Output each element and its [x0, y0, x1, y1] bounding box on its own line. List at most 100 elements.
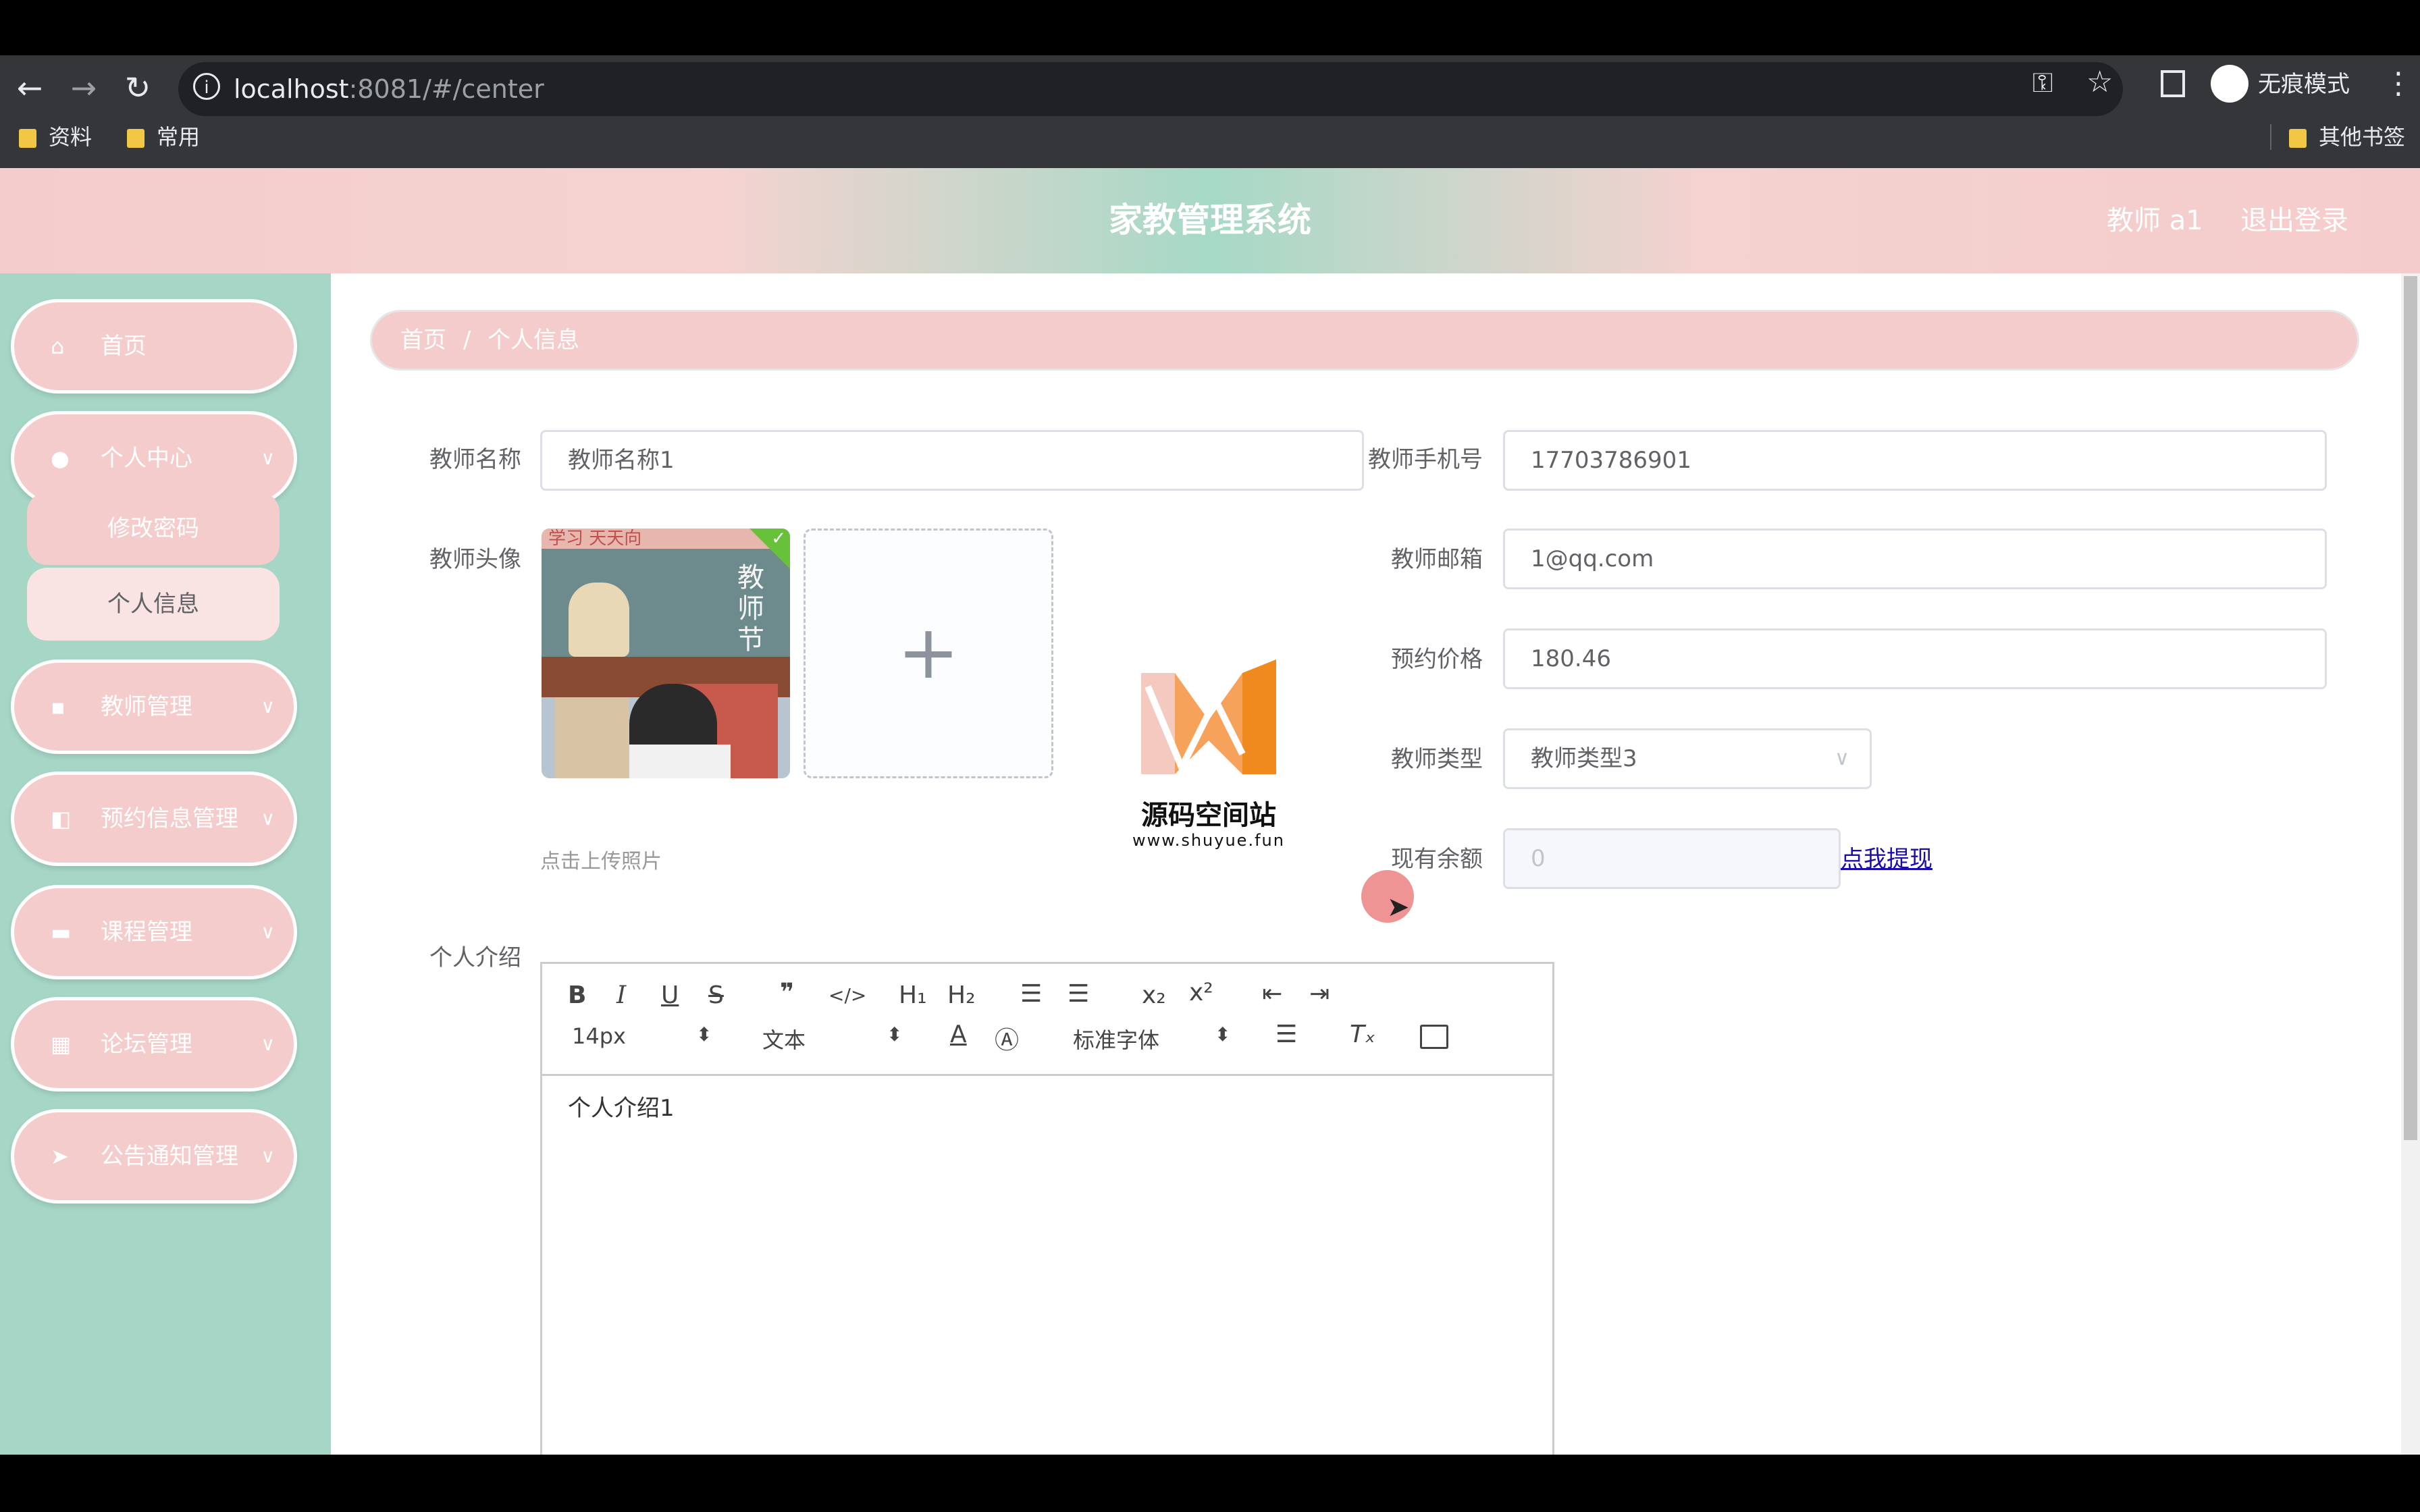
- current-user: 教师 a1: [2107, 205, 2203, 236]
- teacher-name-label: 教师名称: [429, 446, 521, 473]
- logout-link[interactable]: 退出登录: [2240, 202, 2348, 240]
- breadcrumb-current: 个人信息: [488, 327, 580, 354]
- book-icon: ▪: [51, 694, 65, 720]
- teacher-name-input[interactable]: 教师名称1: [540, 430, 1364, 491]
- watermark-url: www.shuyue.fun: [1132, 831, 1285, 850]
- grid-icon: ▦: [51, 1031, 72, 1057]
- upload-hint: 点击上传照片: [540, 850, 662, 873]
- watermark-title: 源码空间站: [1141, 800, 1276, 831]
- balance-input: 0: [1503, 828, 1841, 889]
- blockquote-icon[interactable]: ❞: [780, 979, 794, 1006]
- superscript-icon[interactable]: x²: [1189, 979, 1213, 1006]
- clear-format-icon[interactable]: Tₓ: [1350, 1021, 1375, 1048]
- intro-text[interactable]: 个人介绍1: [568, 1089, 675, 1123]
- url-text[interactable]: localhost:8081/#/center: [234, 66, 544, 112]
- bookmark-divider: [2270, 124, 2271, 150]
- block-type-select[interactable]: 文本: [762, 1023, 806, 1054]
- appointment-price-input[interactable]: 180.46: [1503, 628, 2327, 689]
- appointment-price-label: 预约价格: [1391, 646, 1483, 673]
- background-color-icon[interactable]: Ⓐ: [995, 1021, 1019, 1056]
- subscript-icon[interactable]: x₂: [1142, 981, 1166, 1009]
- teacher-type-select[interactable]: 教师类型3 ∨: [1503, 728, 1872, 789]
- sidebar-item-personal-center[interactable]: ● 个人中心 ∨: [11, 411, 297, 506]
- select-arrows-icon: ⬍: [696, 1023, 712, 1046]
- font-size-select[interactable]: 14px: [572, 1023, 626, 1049]
- underline-icon[interactable]: U: [661, 981, 679, 1009]
- forward-icon[interactable]: →: [63, 68, 104, 108]
- submenu-personal-info[interactable]: 个人信息: [27, 568, 280, 641]
- upload-add-button[interactable]: +: [804, 529, 1053, 778]
- scrollbar-thumb[interactable]: [2404, 276, 2417, 1140]
- briefcase-icon: ▬: [51, 919, 72, 945]
- submenu-change-password[interactable]: 修改密码: [27, 492, 280, 565]
- bookmark-folder[interactable]: 常用: [127, 120, 200, 154]
- sidebar-item-course-management[interactable]: ▬ 课程管理 ∨: [11, 885, 297, 979]
- video-icon: ◧: [51, 806, 72, 832]
- outdent-icon[interactable]: ⇤: [1262, 980, 1282, 1008]
- chevron-down-icon: ∨: [261, 447, 275, 469]
- incognito-label[interactable]: 无痕模式: [2258, 69, 2350, 100]
- send-icon: ➤: [51, 1143, 69, 1169]
- app-header: 家教管理系统 教师 a1 退出登录: [0, 168, 2420, 273]
- sidebar-item-home[interactable]: ⌂ 首页: [11, 299, 297, 394]
- star-icon[interactable]: ☆: [2086, 65, 2113, 99]
- bullet-list-icon[interactable]: ☰: [1068, 980, 1089, 1008]
- image-icon[interactable]: [1420, 1025, 1448, 1049]
- reload-icon[interactable]: ↻: [117, 68, 158, 108]
- intro-label: 个人介绍: [429, 944, 521, 971]
- italic-icon[interactable]: I: [616, 981, 626, 1009]
- teacher-phone-input[interactable]: 17703786901: [1503, 430, 2327, 491]
- user-icon: ●: [51, 446, 70, 471]
- code-block-icon[interactable]: </>: [828, 984, 866, 1006]
- folder-icon: [2289, 129, 2307, 148]
- indent-icon[interactable]: ⇥: [1309, 980, 1330, 1008]
- withdraw-link[interactable]: 点我提现: [1841, 840, 1932, 873]
- app-title: 家教管理系统: [1109, 200, 1311, 240]
- chevron-down-icon: ∨: [261, 921, 275, 943]
- chevron-down-icon: ∨: [261, 695, 275, 718]
- teacher-type-value: 教师类型3: [1531, 745, 1637, 772]
- app-viewport: 家教管理系统 教师 a1 退出登录 ⌂ 首页 ● 个人中心 ∨ 修改密码 个人信…: [0, 168, 2420, 1455]
- sidebar-item-forum-management[interactable]: ▦ 论坛管理 ∨: [11, 997, 297, 1091]
- teacher-avatar-label: 教师头像: [429, 546, 521, 573]
- folder-icon: [19, 129, 36, 148]
- editor-toolbar: B I U S ❞ </> H₁ H₂ ☰ ☰ x₂ x² ⇤ ⇥ 14px ⬍…: [542, 964, 1552, 1076]
- sidebar-item-notice-management[interactable]: ➤ 公告通知管理 ∨: [11, 1109, 297, 1204]
- heading2-icon[interactable]: H₂: [947, 981, 976, 1009]
- select-arrows-icon: ⬍: [1215, 1023, 1231, 1046]
- sidebar-item-teacher-management[interactable]: ▪ 教师管理 ∨: [11, 659, 297, 754]
- info-icon[interactable]: i: [193, 73, 220, 100]
- select-arrows-icon: ⬍: [887, 1023, 903, 1046]
- incognito-icon[interactable]: [2211, 65, 2248, 103]
- key-icon[interactable]: ⚿: [2032, 68, 2053, 99]
- home-icon: ⌂: [51, 333, 65, 359]
- teacher-type-label: 教师类型: [1391, 746, 1483, 773]
- kebab-menu-icon[interactable]: ⋮: [2384, 66, 2413, 101]
- text-color-icon[interactable]: A: [950, 1021, 967, 1048]
- font-family-select[interactable]: 标准字体: [1073, 1023, 1159, 1054]
- mouse-cursor-icon: ➤: [1387, 892, 1410, 923]
- bold-icon[interactable]: B: [568, 981, 586, 1009]
- other-bookmarks[interactable]: 其他书签: [2289, 120, 2405, 154]
- strike-icon[interactable]: S: [708, 981, 724, 1009]
- chevron-down-icon: ∨: [261, 1145, 275, 1167]
- back-icon[interactable]: ←: [9, 68, 50, 108]
- bookmark-folder[interactable]: 资料: [19, 120, 92, 154]
- teacher-phone-label: 教师手机号: [1368, 446, 1483, 473]
- ordered-list-icon[interactable]: ☰: [1020, 980, 1042, 1008]
- chevron-down-icon: ∨: [261, 807, 275, 830]
- teacher-email-input[interactable]: 1@qq.com: [1503, 529, 2327, 589]
- avatar-caption-text: 教师节: [737, 562, 764, 655]
- teacher-email-label: 教师邮箱: [1391, 546, 1483, 573]
- chevron-down-icon: ∨: [1835, 747, 1849, 770]
- folder-icon: [127, 129, 144, 148]
- heading1-icon[interactable]: H₁: [899, 981, 927, 1009]
- sidebar-item-appointment-management[interactable]: ◧ 预约信息管理 ∨: [11, 772, 297, 866]
- rich-text-editor[interactable]: B I U S ❞ </> H₁ H₂ ☰ ☰ x₂ x² ⇤ ⇥ 14px ⬍…: [540, 962, 1554, 1455]
- teacher-avatar-image[interactable]: 学习 天天向 教师节 ✓: [542, 529, 790, 778]
- breadcrumb-separator: /: [463, 327, 471, 354]
- check-icon: ✓: [771, 529, 786, 549]
- align-icon[interactable]: ☰: [1275, 1021, 1297, 1048]
- breadcrumb-home[interactable]: 首页: [400, 327, 446, 354]
- sidepanel-icon[interactable]: [2161, 70, 2185, 97]
